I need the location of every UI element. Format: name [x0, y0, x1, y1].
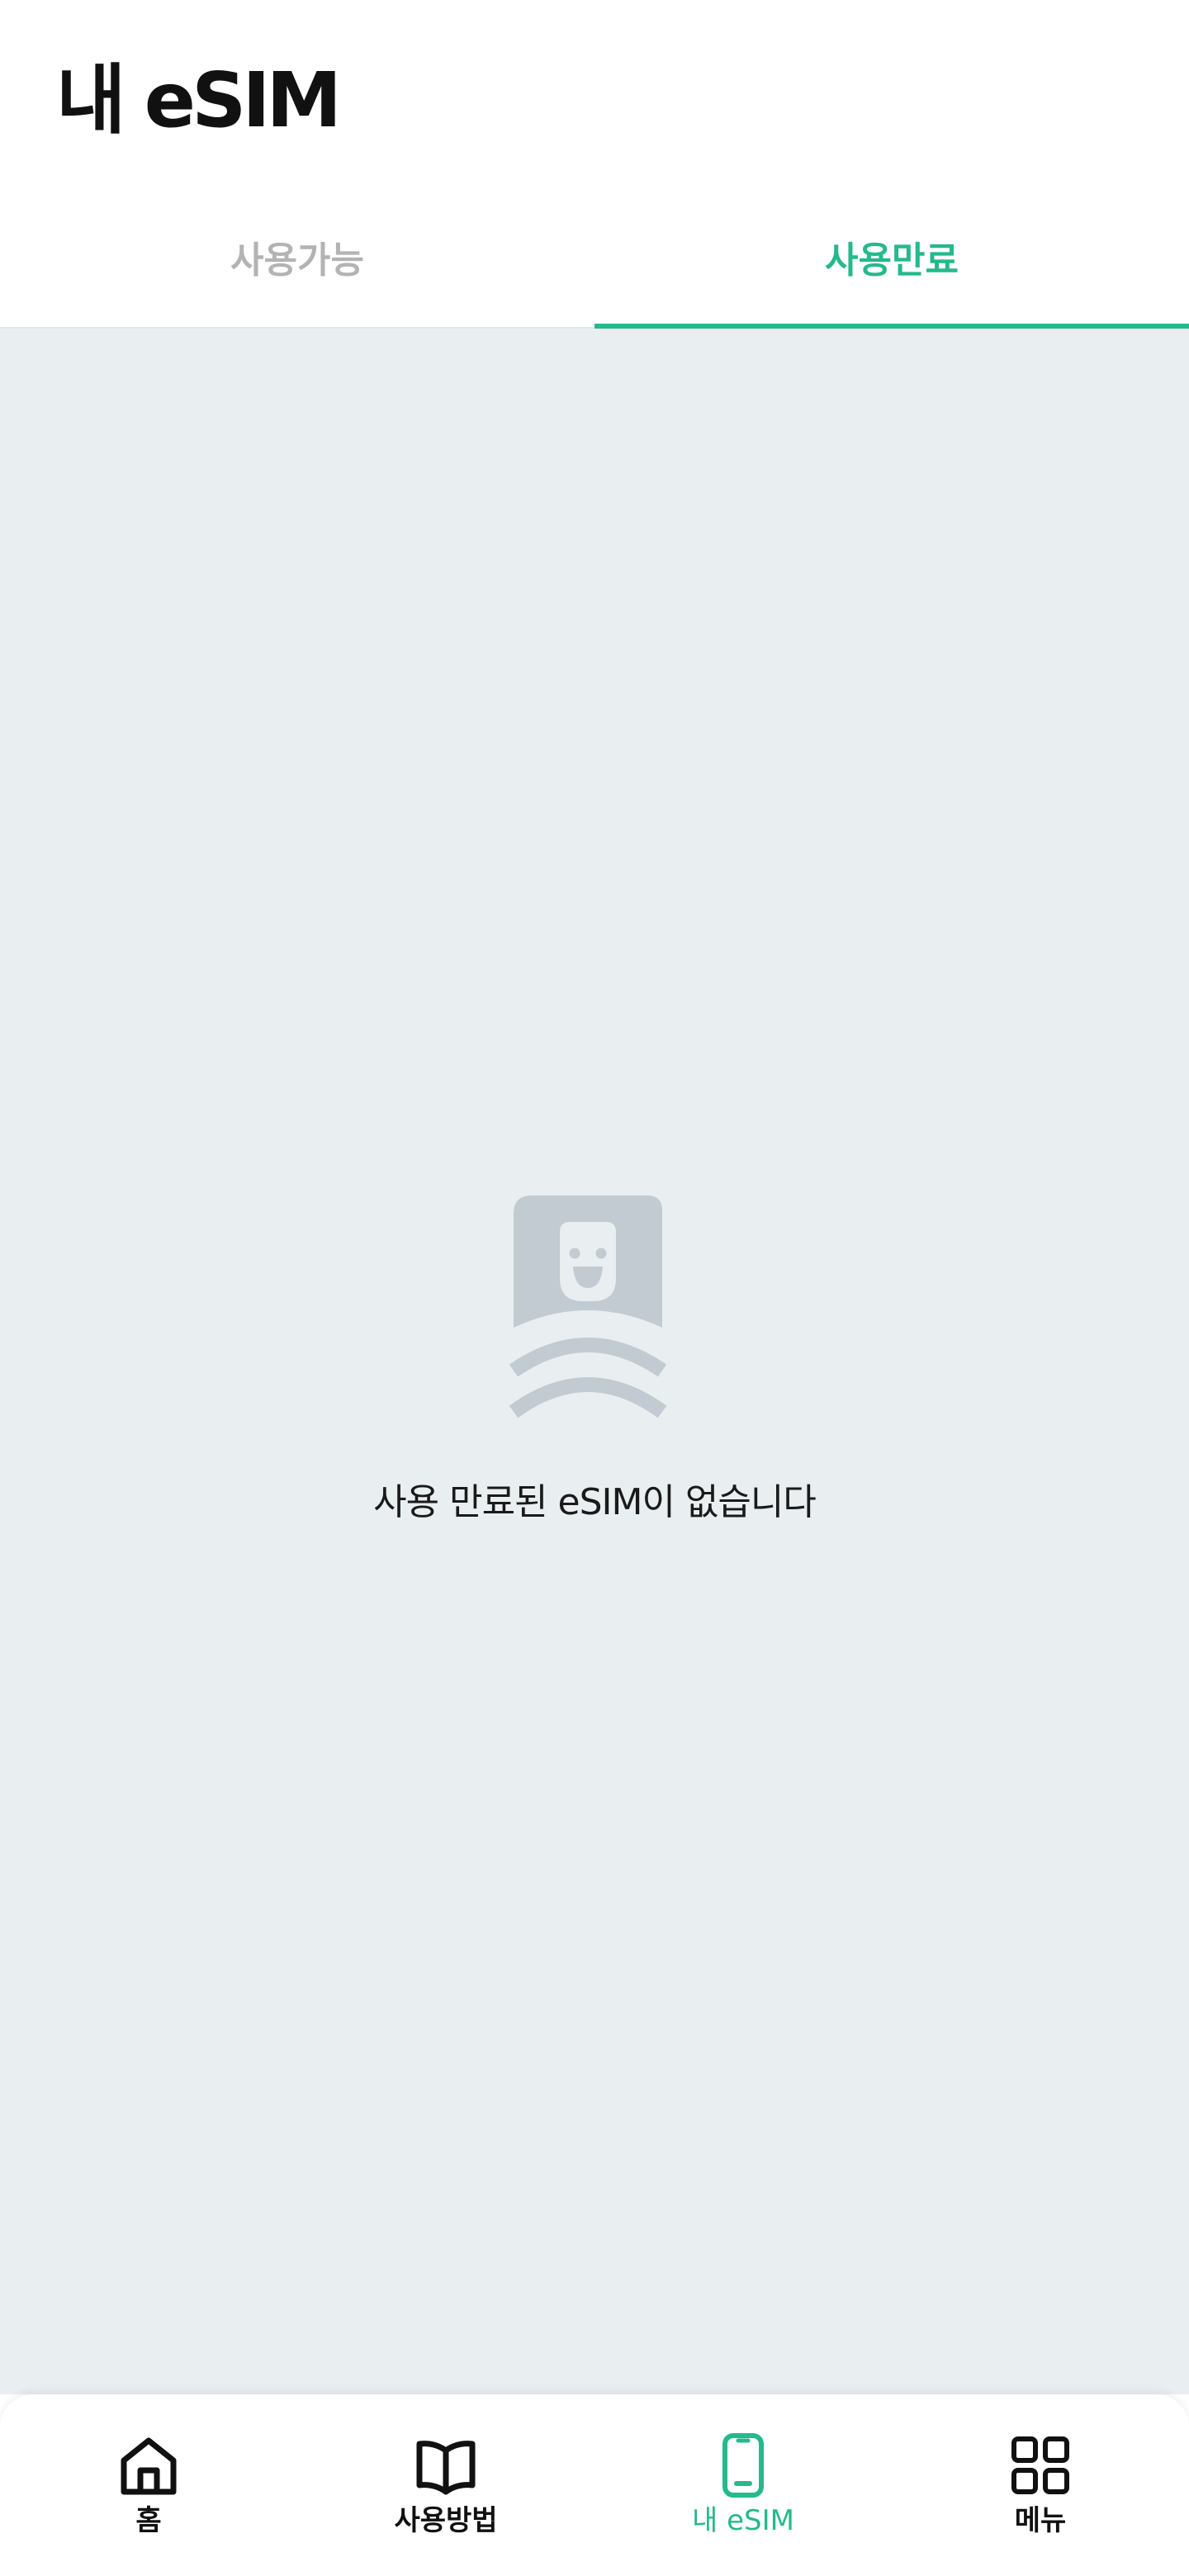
phone-icon [722, 2433, 764, 2498]
nav-item-home[interactable]: 홈 [0, 2394, 297, 2576]
app-header: 내 eSIM [0, 0, 1189, 198]
nav-item-guide[interactable]: 사용방법 [297, 2394, 594, 2576]
tab-expired[interactable]: 사용만료 [594, 215, 1189, 327]
nav-item-my-esim[interactable]: 내 eSIM [594, 2394, 892, 2576]
nav-label-guide: 사용방법 [394, 2504, 498, 2537]
nav-label-menu: 메뉴 [1014, 2504, 1067, 2537]
nav-label-my-esim: 내 eSIM [692, 2504, 794, 2537]
tab-bar: 사용가능 사용만료 [0, 215, 1189, 329]
tab-available[interactable]: 사용가능 [0, 215, 594, 327]
nav-label-home: 홈 [135, 2504, 162, 2537]
page-title: 내 eSIM [56, 56, 342, 144]
empty-state-message: 사용 만료된 eSIM이 없습니다 [373, 1481, 817, 1523]
esim-mascot-icon [505, 1196, 670, 1418]
book-icon [416, 2441, 476, 2495]
home-icon [121, 2437, 177, 2495]
nav-item-menu[interactable]: 메뉴 [892, 2394, 1189, 2576]
grid-icon [1011, 2436, 1069, 2494]
bottom-navigation: 홈 사용방법 내 eSIM 메뉴 [0, 2394, 1189, 2576]
